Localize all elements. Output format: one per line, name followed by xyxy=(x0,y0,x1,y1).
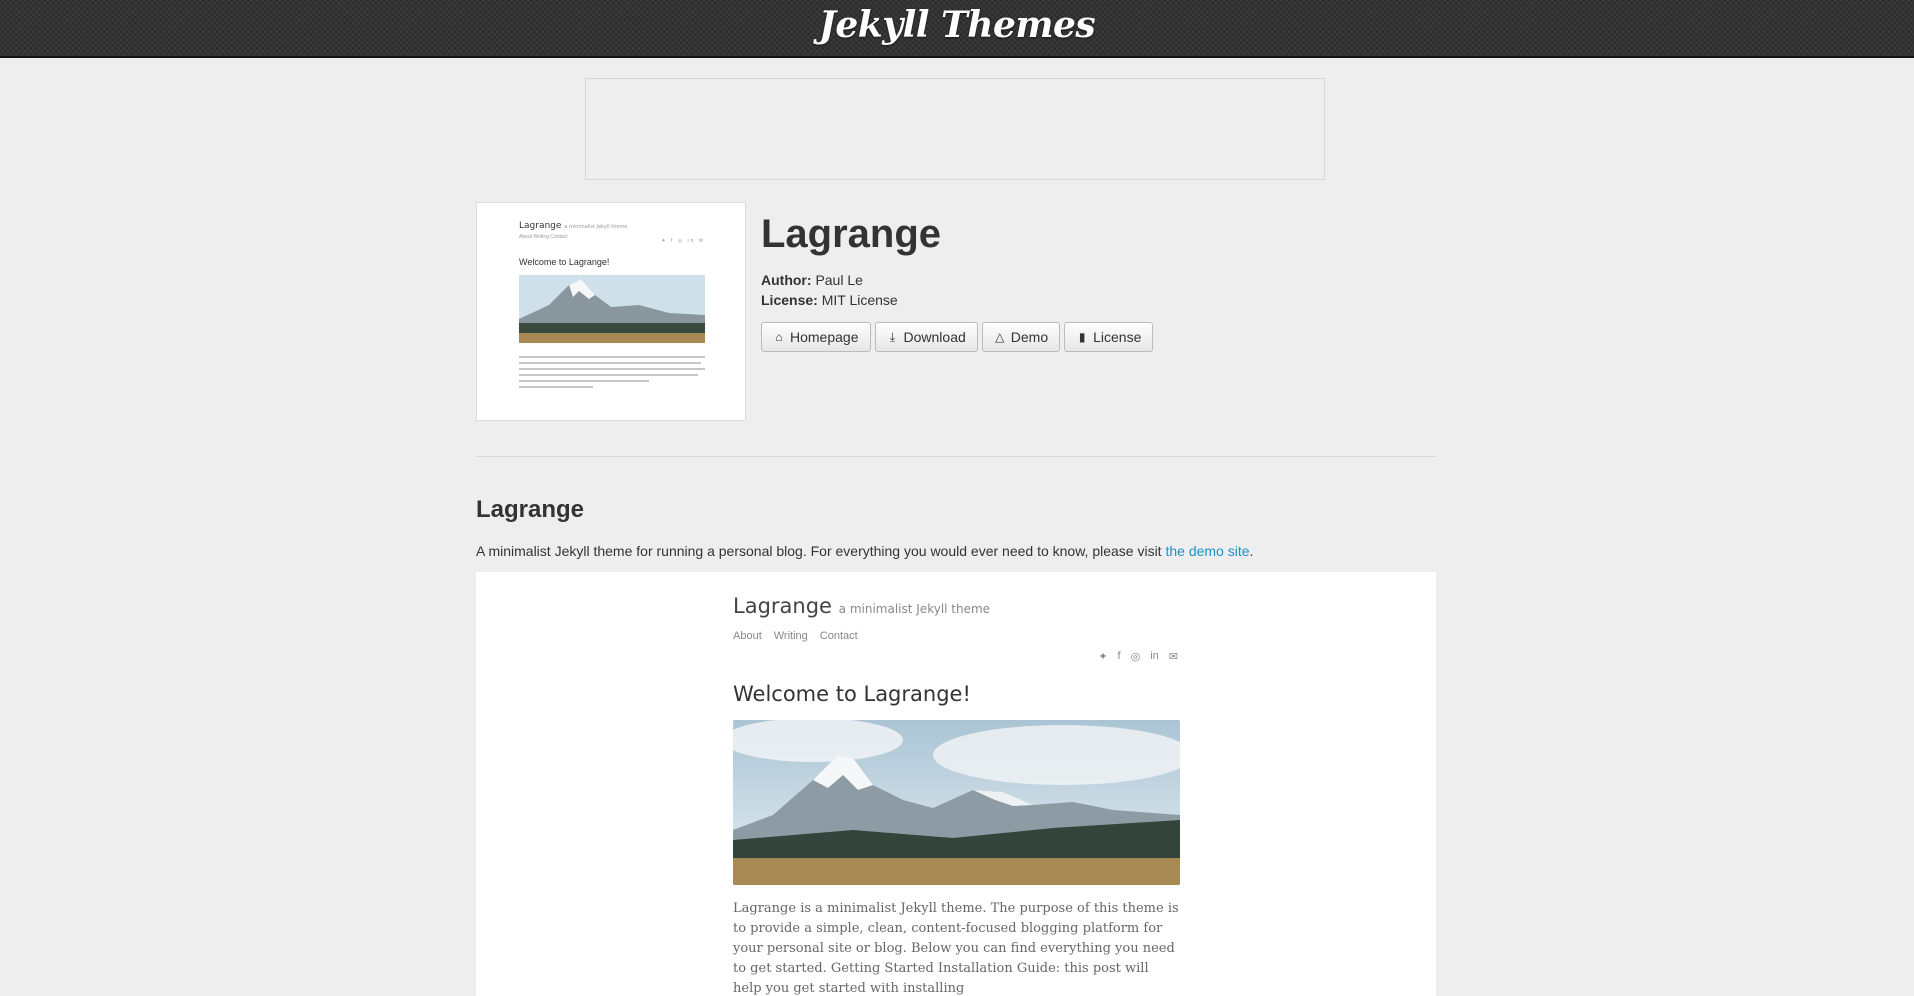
theme-thumbnail[interactable]: Lagrange a minimalist Jekyll theme About… xyxy=(476,202,746,421)
download-label: Download xyxy=(903,329,966,345)
thumbnail-social-icons: ✦ f ◎ in ✉ xyxy=(661,238,705,244)
demo-label: Demo xyxy=(1010,329,1049,345)
theme-title: Lagrange xyxy=(761,212,942,256)
license-button[interactable]: ▮ License xyxy=(1064,322,1154,352)
theme-meta: Author: Paul Le License: MIT License xyxy=(761,270,941,310)
readme-description-end: . xyxy=(1249,543,1254,559)
site-brand[interactable]: Jekyll Themes xyxy=(0,4,1914,46)
author-value: Paul Le xyxy=(815,272,863,288)
homepage-label: Homepage xyxy=(790,329,859,345)
action-buttons: ⌂ Homepage ⤓ Download △ Demo ▮ License xyxy=(761,322,1154,352)
license-label: License xyxy=(1093,329,1142,345)
preview-social-icons: ✦ f ◎ in ✉ xyxy=(1098,650,1178,663)
thumbnail-title: Lagrange xyxy=(519,221,562,231)
readme-description-text: A minimalist Jekyll theme for running a … xyxy=(476,543,1166,559)
home-icon: ⌂ xyxy=(775,330,783,344)
preview-heading: Welcome to Lagrange! xyxy=(733,682,971,706)
readme-description: A minimalist Jekyll theme for running a … xyxy=(476,543,1253,559)
instagram-icon: ◎ xyxy=(1130,651,1141,663)
thumbnail-heading: Welcome to Lagrange! xyxy=(519,257,610,267)
thumbnail-subtitle: a minimalist Jekyll theme xyxy=(564,224,628,230)
readme-title: Lagrange xyxy=(476,496,585,523)
file-icon: ▮ xyxy=(1078,330,1086,344)
thumbnail-preview: Lagrange a minimalist Jekyll theme About… xyxy=(519,221,705,392)
linkedin-icon: in xyxy=(1150,650,1159,662)
preview-mountain-image xyxy=(733,720,1180,885)
preview-nav-writing: Writing xyxy=(773,630,808,642)
preview-site-subtitle: a minimalist Jekyll theme xyxy=(838,602,991,616)
theme-preview-screenshot: Lagrange a minimalist Jekyll theme About… xyxy=(476,572,1436,996)
demo-site-link[interactable]: the demo site xyxy=(1165,543,1249,559)
preview-page: Lagrange a minimalist Jekyll theme About… xyxy=(733,594,1180,996)
author-row: Author: Paul Le xyxy=(761,270,941,290)
thumbnail-text-lines xyxy=(519,356,705,388)
preview-body-text: Lagrange is a minimalist Jekyll theme. T… xyxy=(733,901,1179,996)
mountain-image xyxy=(519,275,705,343)
preview-site-title: Lagrange xyxy=(733,594,832,618)
download-icon: ⤓ xyxy=(889,329,896,344)
demo-button[interactable]: △ Demo xyxy=(981,322,1061,352)
preview-nav: About Writing Contact xyxy=(733,630,1180,642)
author-label: Author: xyxy=(761,272,812,288)
download-button[interactable]: ⤓ Download xyxy=(874,322,978,352)
email-icon: ✉ xyxy=(1168,651,1178,663)
ad-placeholder xyxy=(585,78,1325,180)
preview-nav-about: About xyxy=(733,630,762,642)
twitter-icon: ✦ xyxy=(1098,651,1108,663)
preview-nav-contact: Contact xyxy=(819,630,858,642)
section-divider xyxy=(476,456,1436,457)
facebook-icon: f xyxy=(1117,650,1121,662)
license-row: License: MIT License xyxy=(761,290,941,310)
top-navbar: Jekyll Themes xyxy=(0,0,1914,58)
license-value: MIT License xyxy=(821,292,898,308)
road-icon: △ xyxy=(995,330,1005,344)
theme-info: Lagrange Author: Paul Le License: MIT Li… xyxy=(761,210,941,310)
homepage-button[interactable]: ⌂ Homepage xyxy=(761,322,871,352)
license-label: License: xyxy=(761,292,818,308)
